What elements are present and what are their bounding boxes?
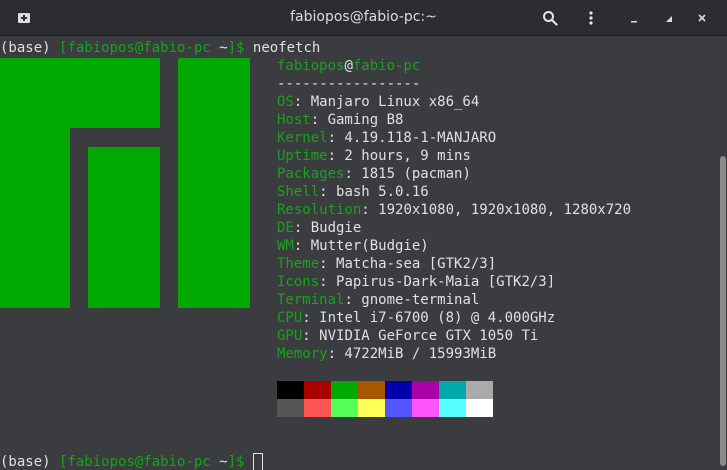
kebab-menu-icon <box>589 11 593 25</box>
neofetch-separator: ----------------- <box>277 76 421 92</box>
palette-swatch <box>358 381 385 399</box>
palette-swatch <box>412 381 439 399</box>
minimize-button[interactable] <box>620 4 648 32</box>
info-icons: Icons: Papirus-Dark-Maia [GTK2/3] <box>277 274 556 290</box>
palette-swatch <box>439 381 466 399</box>
info-terminal: Terminal: gnome-terminal <box>277 292 480 308</box>
palette-swatch <box>385 399 412 417</box>
scrollbar[interactable] <box>718 36 727 470</box>
palette-swatch <box>331 381 358 399</box>
minimize-icon <box>631 21 637 23</box>
text-cursor <box>252 453 263 470</box>
palette-swatch <box>439 399 466 417</box>
info-gpu: GPU: NVIDIA GeForce GTX 1050 Ti <box>277 328 539 344</box>
info-de: DE: Budgie <box>277 220 362 236</box>
info-kernel: Kernel: 4.19.118-1-MANJARO <box>277 130 497 146</box>
palette-swatch <box>466 381 493 399</box>
info-uptime: Uptime: 2 hours, 9 mins <box>277 148 471 164</box>
maximize-button[interactable] <box>655 4 683 32</box>
window-title: fabiopos@fabio-pc:~ <box>290 9 437 25</box>
logo-left-bar <box>0 128 70 308</box>
palette-swatch <box>277 399 304 417</box>
terminal-output[interactable]: (base) [fabiopos@fabio-pc ~]$ neofetch f… <box>0 38 718 470</box>
info-wm: WM: Mutter(Budgie) <box>277 238 429 254</box>
palette-swatch <box>466 399 493 417</box>
palette-swatch <box>358 399 385 417</box>
info-memory: Memory: 4722MiB / 15993MiB <box>277 346 497 362</box>
prompt-line-active: (base) [fabiopos@fabio-pc ~]$ <box>0 453 263 470</box>
info-os: OS: Manjaro Linux x86_64 <box>277 94 480 110</box>
maximize-icon <box>666 16 672 22</box>
menu-button[interactable] <box>577 4 605 32</box>
command-text: neofetch <box>252 40 321 56</box>
header-bar: fabiopos@fabio-pc:~ <box>0 0 727 36</box>
palette-swatch <box>385 381 412 399</box>
palette-swatch <box>277 381 304 399</box>
prompt-line: (base) [fabiopos@fabio-pc ~]$ neofetch <box>0 40 321 56</box>
terminal-window: fabiopos@fabio-pc:~ (base) [fabiopos@fab… <box>0 0 727 470</box>
scrollbar-thumb[interactable] <box>720 156 726 466</box>
info-shell: Shell: bash 5.0.16 <box>277 184 429 200</box>
close-button[interactable] <box>688 4 716 32</box>
palette-swatch <box>412 399 439 417</box>
palette-swatch <box>304 381 331 399</box>
info-cpu: CPU: Intel i7-6700 (8) @ 4.000GHz <box>277 310 556 326</box>
search-button[interactable] <box>536 4 564 32</box>
new-tab-icon <box>18 13 30 23</box>
info-packages: Packages: 1815 (pacman) <box>277 166 471 182</box>
search-icon <box>543 11 558 26</box>
palette-swatch <box>304 399 331 417</box>
info-theme: Theme: Matcha-sea [GTK2/3] <box>277 256 497 272</box>
info-host: Host: Gaming B8 <box>277 112 404 128</box>
palette-swatch <box>331 399 358 417</box>
logo-top-bar <box>0 58 160 128</box>
neofetch-user-host: fabiopos@fabio-pc <box>277 58 421 74</box>
info-resolution: Resolution: 1920x1080, 1920x1080, 1280x7… <box>277 202 632 218</box>
logo-right-bar <box>178 58 250 308</box>
close-icon <box>698 14 706 22</box>
logo-middle-bar <box>88 147 160 308</box>
new-tab-button[interactable] <box>10 4 38 32</box>
